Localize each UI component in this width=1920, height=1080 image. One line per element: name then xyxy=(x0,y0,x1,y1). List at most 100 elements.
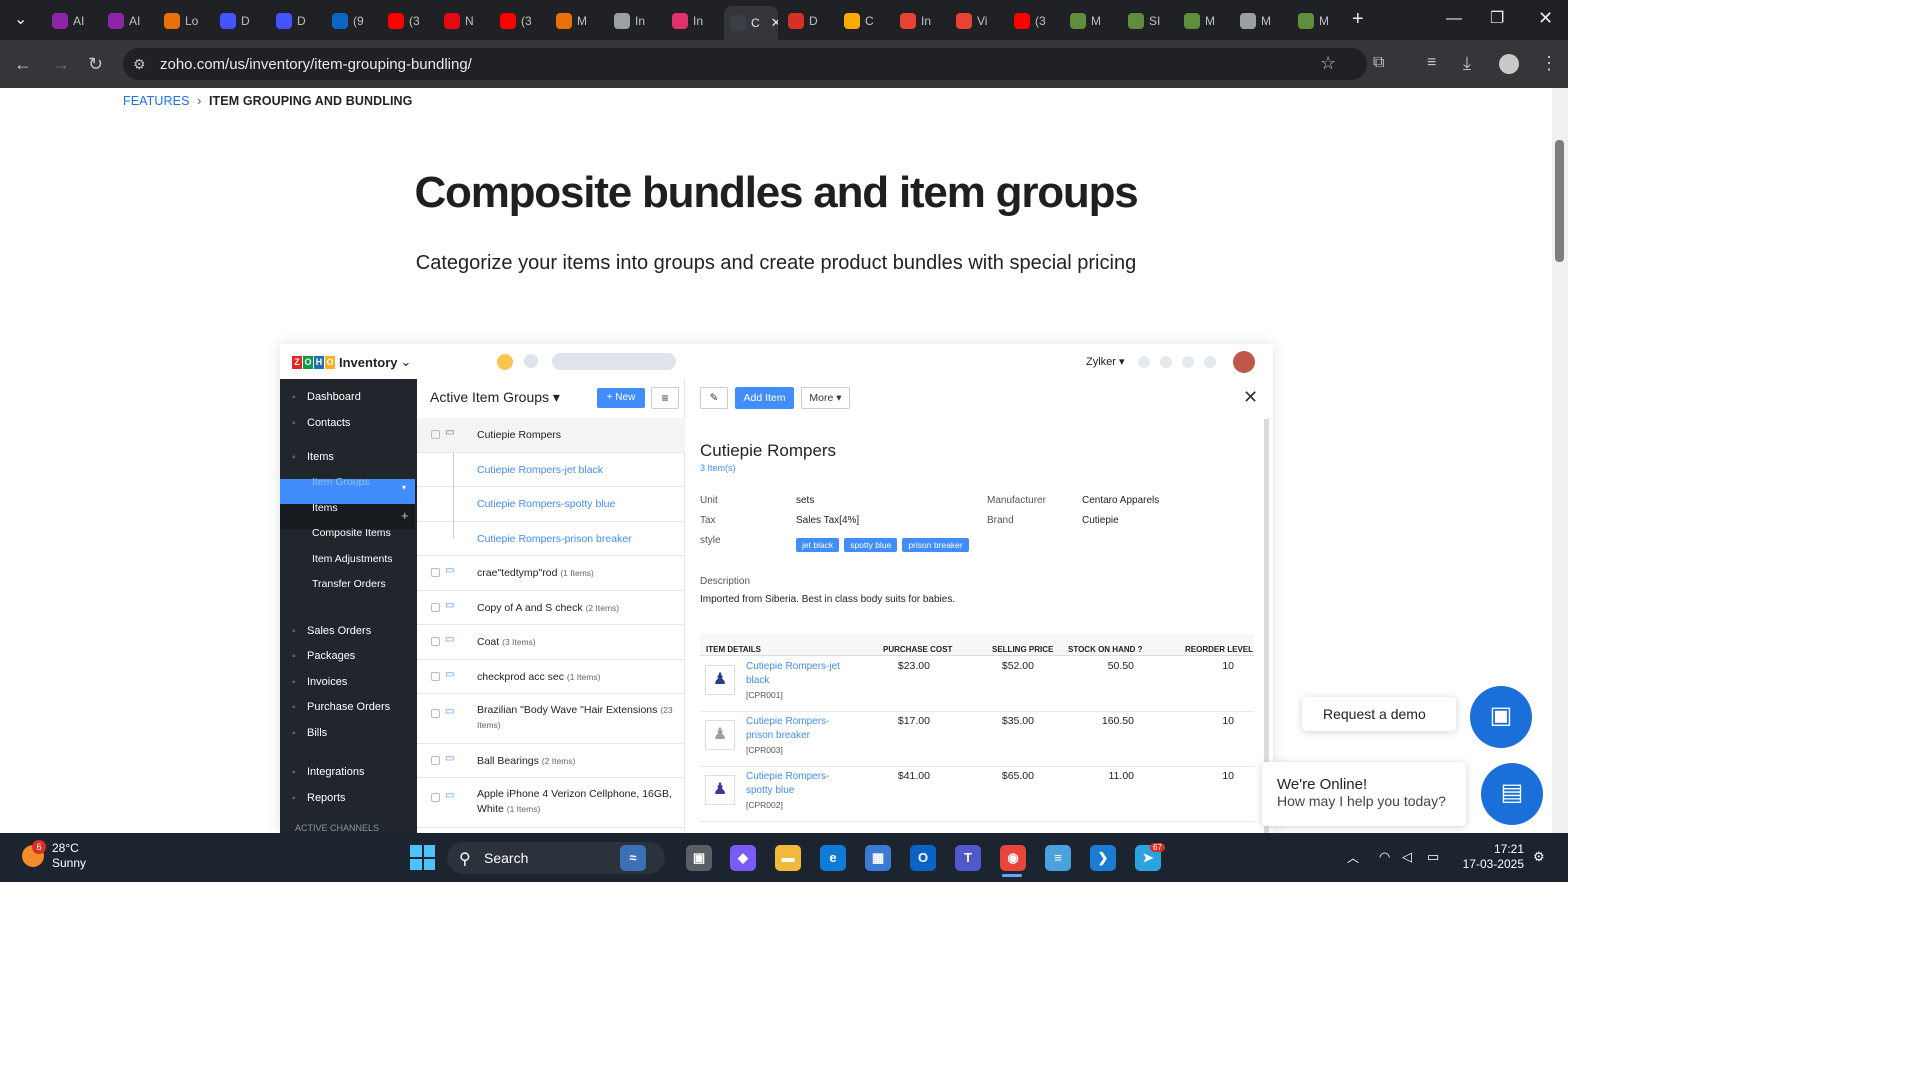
browser-tab[interactable]: In xyxy=(894,8,944,34)
browser-tab[interactable]: SI xyxy=(1122,8,1172,34)
add-group-icon[interactable]: + xyxy=(401,508,409,523)
back-icon[interactable]: ← xyxy=(14,54,32,75)
copilot-icon[interactable]: ◆ xyxy=(730,845,756,871)
row-checkbox[interactable] xyxy=(431,430,440,439)
search-placeholder-bar[interactable] xyxy=(552,353,676,370)
notifications-icon[interactable]: ⚙ xyxy=(1533,849,1545,865)
restore-icon[interactable]: ❐ xyxy=(1490,11,1504,27)
child-item-row[interactable]: Cutiepie Rompers-jet black xyxy=(417,453,685,487)
chat-button[interactable]: ▤ xyxy=(1481,763,1543,825)
browser-tab[interactable]: M xyxy=(1292,8,1342,34)
row-checkbox[interactable] xyxy=(431,672,440,681)
browser-tab[interactable]: D xyxy=(782,8,832,34)
windows-start-icon[interactable] xyxy=(410,845,435,870)
vscode-icon[interactable]: ❯ xyxy=(1090,845,1116,871)
table-row[interactable]: ♟ Cutiepie Rompers-prison breaker [CPR003]… xyxy=(700,712,1254,767)
row-checkbox[interactable] xyxy=(431,637,440,646)
header-icon[interactable] xyxy=(1138,356,1150,368)
tab-search-icon[interactable]: ⌄ xyxy=(14,12,27,28)
weather-widget[interactable]: 28°C Sunny xyxy=(52,841,86,871)
header-icon[interactable] xyxy=(1204,356,1216,368)
browser-tab[interactable]: M xyxy=(1064,8,1114,34)
notepad-icon[interactable]: ≡ xyxy=(1045,845,1071,871)
minimize-icon[interactable]: — xyxy=(1446,11,1462,27)
browser-tab[interactable]: In xyxy=(666,8,716,34)
volume-icon[interactable]: ◁ xyxy=(1402,849,1412,865)
menu-kebab-icon[interactable]: ⋮ xyxy=(1540,53,1558,74)
item-count-link[interactable]: 3 Item(s) xyxy=(700,463,736,473)
table-row[interactable]: ♟ Cutiepie Rompers-spotty blue [CPR002] $41… xyxy=(700,767,1254,822)
sidebar-item[interactable]: ◦ Invoices xyxy=(292,676,347,688)
item-group-row[interactable]: ▭ Brazilian "Body Wave "Hair Extensions (… xyxy=(417,694,685,744)
sidebar-item[interactable]: ◦ Reports xyxy=(292,792,346,804)
item-name-line1[interactable]: Cutiepie Rompers-jet xyxy=(746,660,840,674)
list-menu-button[interactable]: ≡ xyxy=(651,387,679,409)
extensions-icon[interactable]: ⧉ xyxy=(1373,54,1384,72)
browser-tab[interactable]: In xyxy=(608,8,658,34)
item-group-row[interactable]: ▭ checkprod acc sec (1 Items) xyxy=(417,660,685,694)
item-name-line2[interactable]: black xyxy=(746,674,769,688)
header-icon[interactable] xyxy=(1160,356,1172,368)
browser-tab[interactable]: (3 xyxy=(494,8,544,34)
new-tab-icon[interactable]: + xyxy=(1352,9,1364,29)
add-item-button[interactable]: Add Item xyxy=(735,387,794,409)
wifi-icon[interactable]: ◠ xyxy=(1379,849,1390,865)
sidebar-item[interactable]: ◦ Bills xyxy=(292,727,327,739)
header-icon[interactable] xyxy=(1182,356,1194,368)
table-row[interactable]: ♟ Cutiepie Rompers-jet black [CPR001] $23.00… xyxy=(700,657,1254,712)
item-name-line1[interactable]: Cutiepie Rompers- xyxy=(746,770,829,784)
list-title[interactable]: Active Item Groups ▾ xyxy=(430,389,560,406)
item-group-row[interactable]: ▭ Coat (3 Items) xyxy=(417,625,685,660)
more-button[interactable]: More ▾ xyxy=(801,387,850,409)
battery-icon[interactable]: ▭ xyxy=(1427,849,1439,865)
request-demo-button[interactable]: ▣ xyxy=(1470,686,1532,748)
edge-icon[interactable]: e xyxy=(820,845,846,871)
teams-icon[interactable]: T xyxy=(955,845,981,871)
store-icon[interactable]: ▦ xyxy=(865,845,891,871)
browser-tab[interactable]: AI xyxy=(46,8,96,34)
sidebar-subitem[interactable]: Item Adjustments xyxy=(312,553,393,565)
item-group-row[interactable]: ▭ Ball Bearings (2 Items) xyxy=(417,744,685,778)
sidebar-item[interactable]: ◦ Purchase Orders xyxy=(292,701,390,713)
item-group-row[interactable]: ▭ Copy of A and S check (2 Items) xyxy=(417,591,685,625)
edit-button[interactable]: ✎ xyxy=(700,387,728,409)
browser-tab[interactable]: M xyxy=(1178,8,1228,34)
breadcrumb-features-link[interactable]: FEATURES xyxy=(123,94,190,108)
item-group-row[interactable]: ▭ crae"tedtymp"rod (1 Items) xyxy=(417,556,685,591)
tray-chevron-icon[interactable]: ︿ xyxy=(1347,849,1359,866)
browser-tab[interactable]: Lo xyxy=(158,8,208,34)
sidebar-item[interactable]: ◦ Items xyxy=(292,451,334,463)
browser-tab[interactable]: N xyxy=(438,8,488,34)
new-button[interactable]: + New xyxy=(597,388,645,408)
sidebar-item[interactable]: ◦ Contacts xyxy=(292,417,350,429)
org-switcher[interactable]: Zylker ▾ xyxy=(1086,355,1125,368)
sidebar-subitem[interactable]: Transfer Orders xyxy=(312,578,386,590)
user-avatar[interactable] xyxy=(1233,351,1255,373)
browser-tab[interactable]: M xyxy=(550,8,600,34)
caret-icon[interactable]: ▾ xyxy=(402,483,406,492)
chat-prompt[interactable]: We're Online! How may I help you today? xyxy=(1262,762,1466,826)
page-scroll-thumb[interactable] xyxy=(1555,140,1564,262)
task-view-icon[interactable]: ▣ xyxy=(686,845,712,871)
item-name-line2[interactable]: spotty blue xyxy=(746,784,794,798)
bookmark-star-icon[interactable]: ☆ xyxy=(1320,53,1336,74)
chevron-down-icon[interactable]: ⌄ xyxy=(401,354,412,370)
item-name-line2[interactable]: prison breaker xyxy=(746,729,810,743)
browser-tab[interactable]: (9 xyxy=(326,8,376,34)
sidebar-item[interactable]: ◦ Sales Orders xyxy=(292,625,371,637)
browser-tab[interactable]: C xyxy=(838,8,888,34)
forward-icon[interactable]: → xyxy=(52,54,70,75)
landscape-widget-icon[interactable]: ≈ xyxy=(620,845,646,871)
request-demo-bubble[interactable]: Request a demo xyxy=(1302,697,1456,731)
outlook-icon[interactable]: O xyxy=(910,845,936,871)
sidebar-subitem[interactable]: Item Groups xyxy=(312,476,370,488)
download-icon[interactable]: ⤓ xyxy=(1463,53,1471,74)
sidebar-subitem[interactable]: Composite Items xyxy=(312,527,391,539)
browser-tab[interactable]: (3 xyxy=(382,8,432,34)
item-name-line1[interactable]: Cutiepie Rompers- xyxy=(746,715,829,729)
url-text[interactable]: zoho.com/us/inventory/item-grouping-bund… xyxy=(160,56,472,73)
browser-tab[interactable]: AI xyxy=(102,8,152,34)
sidebar-subitem[interactable]: Items xyxy=(312,502,338,514)
reload-icon[interactable]: ↻ xyxy=(88,54,103,75)
row-checkbox[interactable] xyxy=(431,756,440,765)
